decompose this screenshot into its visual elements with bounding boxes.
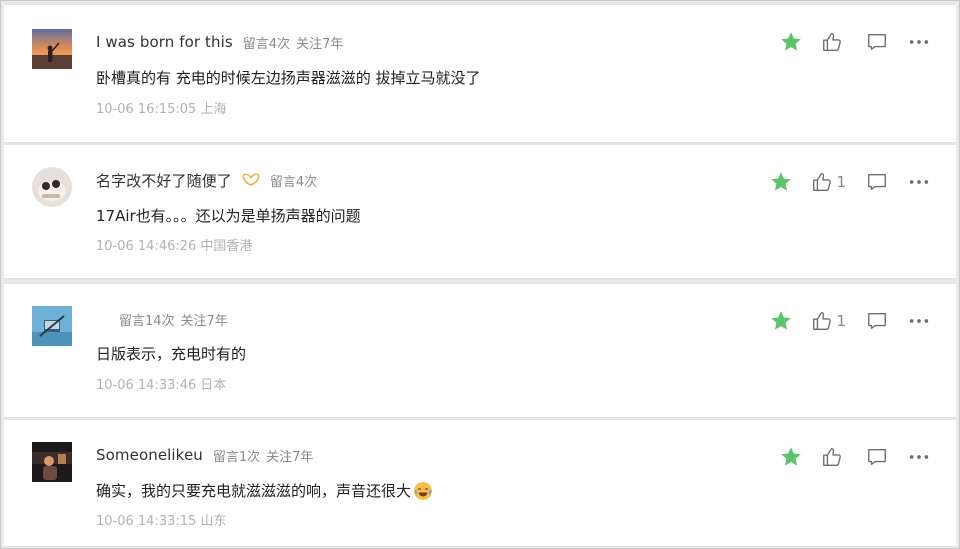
comment-icon[interactable] [866,171,888,193]
comment-list: I was born for this 留言4次 关注7年 卧槽真的有 充电的时… [0,0,960,549]
comment-meta: 留言14次 关注7年 [119,308,234,330]
avatar[interactable] [32,442,72,482]
comment-item: I was born for this 留言4次 关注7年 卧槽真的有 充电的时… [4,4,956,143]
user-name[interactable]: I was born for this [96,33,233,51]
thumbs-up-icon [821,446,843,468]
thumbs-up-icon [821,31,843,53]
thumbs-up-icon [811,171,833,193]
comment-count: 留言4次 [269,174,318,190]
more-dots-icon[interactable] [908,310,930,332]
comment-time: 10-06 16:15:05 上海 [96,102,227,117]
butterfly-icon [242,173,260,187]
comment-item: 留言14次 关注7年 日版表示，充电时有的 10-06 14:33:46 日本 … [4,283,956,418]
comment-text-row: 确实，我的只要充电就滋滋滋的响，声音还很大 [96,480,433,501]
user-name[interactable]: 名字改不好了随便了 [96,170,232,191]
comment-text: 确实，我的只要充电就滋滋滋的响，声音还很大 [96,482,412,500]
comment-icon[interactable] [866,31,888,53]
like-count: 1 [836,173,846,191]
comment-meta: 名字改不好了随便了 留言4次 [96,169,323,191]
comment-icon[interactable] [866,310,888,332]
thumbs-up-icon [811,310,833,332]
laughing-crying-emoji [413,481,433,501]
comment-time: 10-06 14:33:15 山东 [96,514,227,529]
avatar[interactable] [32,29,72,69]
more-dots-icon[interactable] [908,31,930,53]
comment-meta: Someonelikeu 留言1次 关注7年 [96,444,319,466]
follow-duration: 关注7年 [296,36,344,52]
comment-actions [779,29,930,55]
comment-count: 留言1次 [212,449,261,465]
comment-item: 名字改不好了随便了 留言4次 17Air也有。。。还以为是单扬声器的问题 10-… [4,144,956,279]
avatar[interactable] [32,306,72,346]
more-dots-icon[interactable] [908,171,930,193]
comment-meta: I was born for this 留言4次 关注7年 [96,31,349,53]
star-icon[interactable] [769,309,793,333]
comment-time: 10-06 14:33:46 日本 [96,378,227,393]
like-count: 1 [836,312,846,330]
like-button[interactable] [821,30,846,54]
avatar[interactable] [32,167,72,207]
comment-actions [779,444,930,470]
comment-icon[interactable] [866,446,888,468]
like-button[interactable]: 1 [811,170,846,194]
comment-time: 10-06 14:46:26 中国香港 [96,239,253,254]
like-button[interactable] [821,445,846,469]
comment-text: 17Air也有。。。还以为是单扬声器的问题 [96,207,361,225]
star-icon[interactable] [779,445,803,469]
user-name[interactable]: Someonelikeu [96,446,203,464]
follow-duration: 关注7年 [266,449,314,465]
more-dots-icon[interactable] [908,446,930,468]
like-button[interactable]: 1 [811,309,846,333]
comment-text: 卧槽真的有 充电的时候左边扬声器滋滋的 拔掉立马就没了 [96,69,481,87]
comment-actions: 1 [769,169,930,195]
comment-text: 日版表示，充电时有的 [96,345,247,363]
comment-count: 留言14次 [119,313,175,329]
follow-duration: 关注7年 [180,313,228,329]
star-icon[interactable] [779,30,803,54]
star-icon[interactable] [769,170,793,194]
comment-item: Someonelikeu 留言1次 关注7年 确实，我的只要充电就滋滋滋的响，声… [4,419,956,547]
comment-actions: 1 [769,308,930,334]
comment-count: 留言4次 [242,36,291,52]
